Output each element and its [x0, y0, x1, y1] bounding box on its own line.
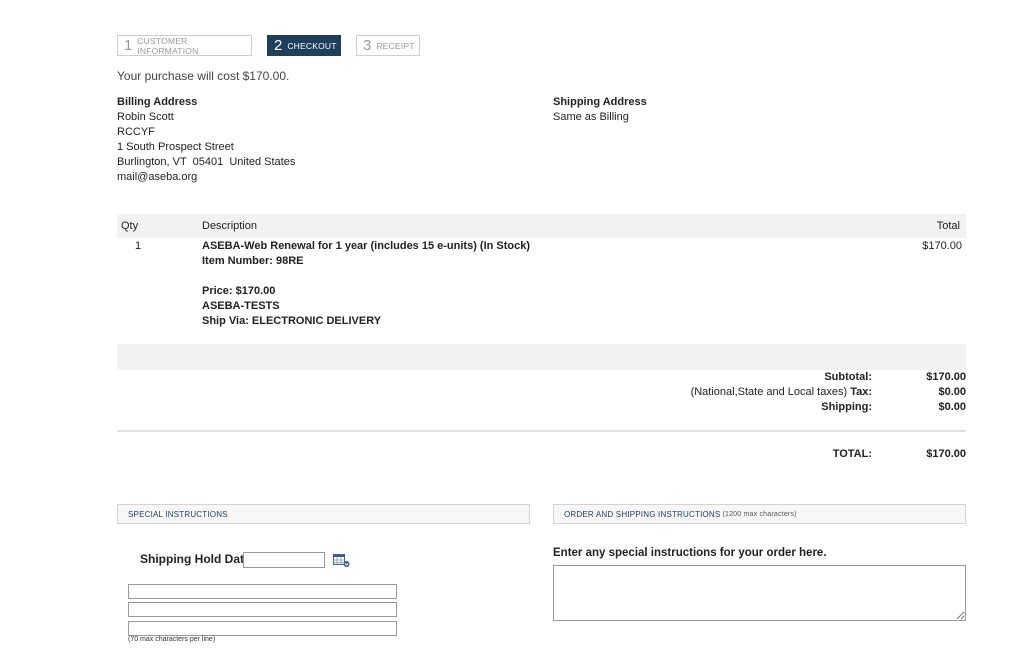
tax-label: Tax: [850, 386, 872, 398]
line-item-number: Item Number: 98RE [202, 255, 304, 267]
column-header-total: Total [936, 220, 960, 232]
tax-value: $0.00 [938, 386, 966, 398]
billing-address: Billing Address Robin Scott RCCYF 1 Sout… [117, 95, 417, 185]
special-instruction-line-2[interactable] [128, 602, 397, 617]
divider [117, 430, 966, 432]
line-item-ship-via: Ship Via: ELECTRONIC DELIVERY [202, 315, 382, 327]
billing-line: mail@aseba.org [117, 171, 198, 183]
step-label: CHECKOUT [287, 40, 337, 51]
line-item-qty: 1 [135, 240, 142, 252]
shipping-address: Shipping Address Same as Billing [553, 95, 753, 125]
special-instruction-line-3[interactable] [128, 621, 397, 636]
shipping-label: Shipping: [821, 401, 872, 413]
subtotal-label: Subtotal: [824, 371, 872, 383]
line-item-price: Price: $170.00 [202, 285, 276, 297]
shipping-heading: Shipping Address [553, 96, 647, 108]
shipping-hold-date-input[interactable] [243, 552, 325, 568]
grand-total-label: TOTAL: [832, 448, 872, 460]
purchase-summary-text: Your purchase will cost $170.00. [117, 69, 290, 83]
max-characters-note: (70 max characters per line) [128, 636, 216, 643]
tax-label-prefix: (National,State and Local taxes) [690, 386, 848, 398]
shipping-cost-value: $0.00 [938, 401, 966, 413]
special-instructions-heading: SPECIAL INSTRUCTIONS [117, 504, 530, 524]
step-receipt[interactable]: 3 RECEIPT [356, 35, 420, 56]
subtotal-value: $170.00 [926, 371, 966, 383]
shipping-hold-date-label: Shipping Hold Date [140, 552, 251, 566]
tax-row-label: (National,State and Local taxes) Tax: [560, 385, 872, 400]
billing-heading: Billing Address [117, 96, 198, 108]
line-item-total: $170.00 [922, 240, 962, 252]
special-instructions-title: SPECIAL INSTRUCTIONS [128, 509, 228, 519]
order-instructions-textarea[interactable] [553, 565, 966, 621]
shipping-value: Same as Billing [553, 111, 629, 123]
grand-total-value: $170.00 [926, 448, 966, 460]
step-number: 2 [274, 37, 283, 54]
step-number: 1 [124, 37, 133, 54]
step-customer-information[interactable]: 1 CUSTOMER INFORMATION [117, 35, 252, 56]
order-shipping-instructions-heading: ORDER AND SHIPPING INSTRUCTIONS (1200 ma… [553, 504, 966, 524]
line-item: ASEBA-Web Renewal for 1 year (includes 1… [202, 239, 702, 329]
billing-line: 1 South Prospect Street [117, 141, 234, 153]
calendar-icon[interactable] [333, 554, 351, 568]
billing-line: Robin Scott [117, 111, 174, 123]
billing-line: Burlington, VT 05401 United States [117, 156, 296, 168]
order-shipping-instructions-title: ORDER AND SHIPPING INSTRUCTIONS [564, 509, 721, 519]
column-header-description: Description [202, 220, 258, 232]
special-instruction-line-1[interactable] [128, 584, 397, 599]
step-checkout[interactable]: 2 CHECKOUT [267, 35, 341, 56]
step-label: RECEIPT [376, 40, 415, 51]
line-item-title: ASEBA-Web Renewal for 1 year (includes 1… [202, 240, 531, 252]
step-label: CUSTOMER INFORMATION [137, 35, 199, 56]
billing-line: RCCYF [117, 126, 155, 138]
line-item-category: ASEBA-TESTS [202, 300, 280, 312]
order-instructions-prompt: Enter any special instructions for your … [553, 547, 827, 559]
order-shipping-instructions-note: (1200 max characters) [722, 510, 797, 518]
column-header-qty: Qty [121, 220, 139, 232]
table-footer-band [117, 344, 966, 370]
step-number: 3 [363, 37, 372, 54]
